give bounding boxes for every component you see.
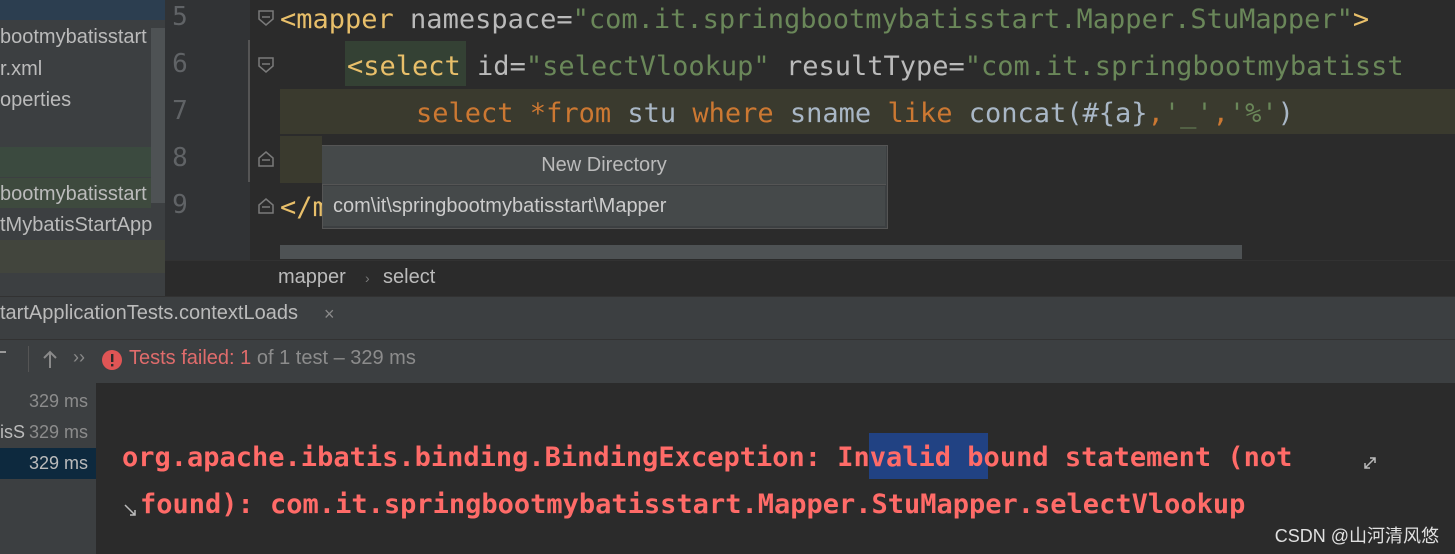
line-number: 5 <box>172 2 188 32</box>
xml-value: "com.it.springbootmybatisst <box>964 51 1404 82</box>
xml-attr: id <box>460 51 510 82</box>
tree-item[interactable]: operties <box>0 85 71 115</box>
sql-comma: , <box>1147 98 1164 129</box>
fold-collapse-icon[interactable] <box>257 9 275 27</box>
test-row[interactable]: 329 ms <box>0 386 96 417</box>
tree-item[interactable]: tMybatisStartApp <box>0 210 152 240</box>
sql-star: * <box>529 98 547 129</box>
error-line-2[interactable]: found): com.it.springbootmybatisstart.Ma… <box>140 485 1245 525</box>
arrow-up-icon[interactable] <box>41 350 59 370</box>
xml-eq: = <box>556 4 573 35</box>
directory-name-input[interactable]: com\it\springbootmybatisstart\Mapper <box>323 186 885 226</box>
error-icon <box>102 350 122 370</box>
test-time: 329 ms <box>28 391 88 411</box>
fold-expand-icon[interactable] <box>257 150 275 168</box>
fold-collapse-icon[interactable] <box>257 56 275 74</box>
watermark: CSDN @山河清风悠 <box>1274 526 1439 546</box>
breadcrumb-item-mapper[interactable]: mapper <box>278 266 346 289</box>
line-number: 7 <box>172 96 188 126</box>
line-highlight <box>280 136 322 183</box>
test-time: 329 ms <box>28 453 88 473</box>
project-tree-header <box>0 0 165 20</box>
xml-attr: resultType <box>769 51 949 82</box>
line-number: 8 <box>172 143 188 173</box>
sql-keyword: from <box>546 98 612 129</box>
tree-item[interactable]: r.xml <box>0 54 42 84</box>
failed-count: 1 <box>240 347 252 369</box>
sql-column: sname <box>773 98 888 129</box>
xml-value: "selectVlookup" <box>525 51 770 82</box>
xml-value: "com.it.springbootmybatisstart.Mapper.St… <box>572 4 1353 35</box>
sql-comma: , <box>1212 98 1229 129</box>
sql-keyword: like <box>887 98 953 129</box>
tree-bottom-strip <box>0 240 165 273</box>
sql-table: stu <box>611 98 693 129</box>
xml-tag: <mapper <box>280 4 394 35</box>
sql-string: '_' <box>1163 98 1213 129</box>
sql-keyword: select <box>416 98 530 129</box>
soft-wrap-icon <box>1364 457 1376 469</box>
close-icon[interactable]: × <box>324 304 335 325</box>
run-tab-label[interactable]: tartApplicationTests.contextLoads <box>0 302 298 325</box>
directory-name-value: com\it\springbootmybatisstart\Mapper <box>333 195 667 217</box>
sql-keyword: where <box>692 98 774 129</box>
error-line-1[interactable]: org.apache.ibatis.binding.BindingExcepti… <box>122 438 1292 478</box>
tree-selection-highlight <box>0 147 151 177</box>
sql-string: '%' <box>1228 98 1278 129</box>
line-number: 6 <box>172 49 188 79</box>
fold-expand-icon[interactable] <box>257 197 275 215</box>
breadcrumb-separator-icon: › <box>365 270 370 286</box>
test-time: 329 ms <box>28 422 88 442</box>
code-line-6[interactable]: <select id="selectVlookup" resultType="c… <box>347 47 1404 87</box>
xml-eq: = <box>948 51 965 82</box>
editor-horizontal-scrollbar[interactable] <box>280 245 1242 259</box>
more-chevron-icon[interactable]: ›› <box>73 347 85 368</box>
xml-tag: <select <box>347 51 461 82</box>
tree-item[interactable]: bootmybatisstart <box>0 22 147 52</box>
tree-scrollbar[interactable] <box>151 28 165 203</box>
editor-gutter <box>165 0 250 260</box>
code-line-5[interactable]: <mapper namespace="com.it.springbootmyba… <box>280 0 1369 40</box>
xml-tag-close: > <box>1352 4 1370 35</box>
sql-function: concat(#{a} <box>952 98 1148 129</box>
status-suffix: of 1 test – 329 ms <box>251 347 416 369</box>
tree-item[interactable]: bootmybatisstart <box>0 179 147 209</box>
code-line-7[interactable]: select *from stu where sname like concat… <box>416 94 1294 134</box>
popup-title: New Directory <box>322 146 886 185</box>
test-name: isS <box>0 422 26 442</box>
soft-wrap-continue-icon <box>124 504 136 516</box>
error-text: org.apache.ibatis.binding.BindingExcepti… <box>122 442 838 473</box>
test-status: Tests failed: 1 of 1 test – 329 ms <box>129 347 416 370</box>
status-prefix: Tests failed: <box>129 347 241 369</box>
collapse-icon[interactable] <box>0 351 6 353</box>
breadcrumb <box>165 260 1455 297</box>
line-number: 9 <box>172 190 188 220</box>
error-text: bound statement (not <box>951 442 1293 473</box>
xml-attr: namespace <box>393 4 557 35</box>
toolbar-divider <box>28 346 29 372</box>
test-row-selected[interactable]: 329 ms <box>0 448 96 479</box>
sql-paren: ) <box>1277 98 1294 129</box>
error-text-highlighted: Invalid <box>837 442 952 473</box>
test-row[interactable]: isS 329 ms <box>0 417 96 448</box>
xml-eq: = <box>509 51 526 82</box>
breadcrumb-item-select[interactable]: select <box>383 266 435 289</box>
